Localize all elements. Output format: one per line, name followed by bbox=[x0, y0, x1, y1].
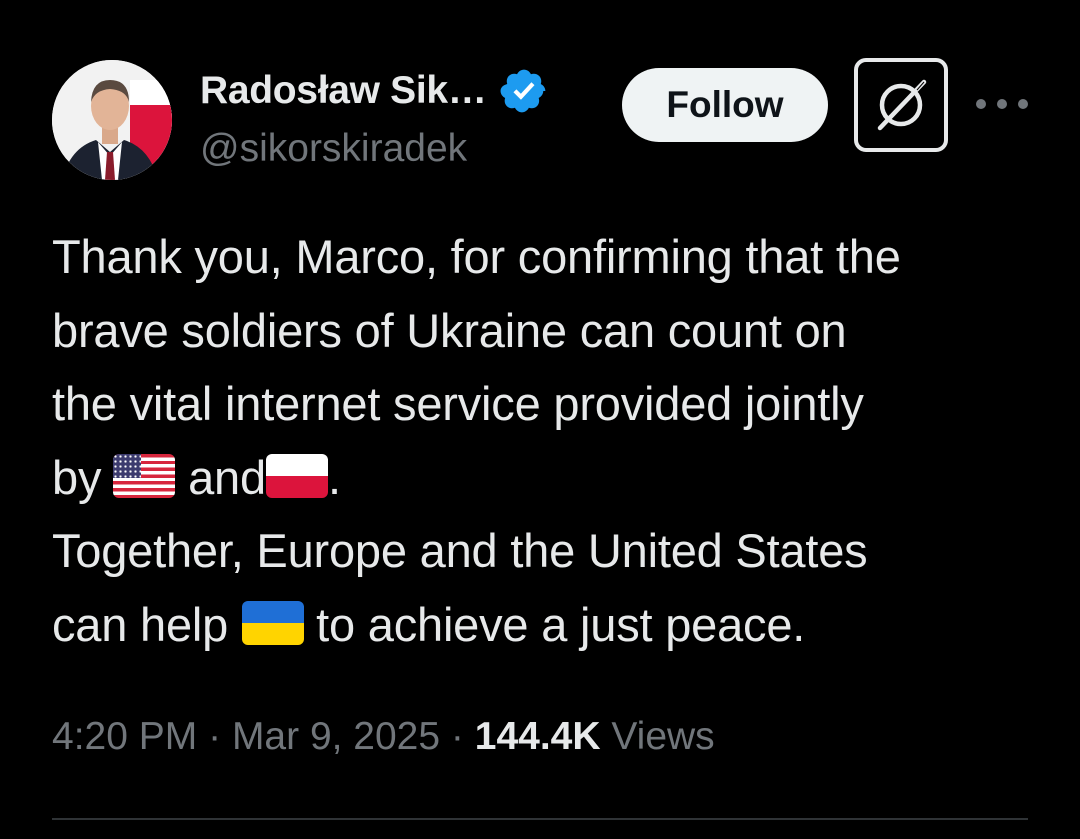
grok-button[interactable] bbox=[854, 58, 948, 152]
tweet-line: Thank you, Marco, for confirming that th… bbox=[52, 230, 901, 283]
tweet-text-segment: and bbox=[188, 450, 266, 504]
display-name-row: Radosław Sik… bbox=[200, 66, 549, 116]
tweet-date[interactable]: Mar 9, 2025 bbox=[232, 715, 440, 758]
avatar-image bbox=[52, 60, 172, 180]
tweet-line: the vital internet service provided join… bbox=[52, 377, 864, 430]
tweet-line: brave soldiers of Ukraine can count on bbox=[52, 303, 847, 357]
verified-badge-icon[interactable] bbox=[499, 66, 549, 116]
views-label: Views bbox=[611, 715, 715, 758]
flag-us-emoji bbox=[113, 453, 176, 498]
views-count[interactable]: 144.4K bbox=[475, 715, 601, 758]
grok-icon bbox=[877, 79, 927, 131]
more-dot bbox=[997, 99, 1007, 109]
handle[interactable]: @sikorskiradek bbox=[200, 127, 467, 171]
tweet-meta: 4:20 PM · Mar 9, 2025 · 144.4K Views bbox=[52, 715, 715, 759]
tweet-text-segment: . bbox=[327, 450, 341, 504]
more-dot bbox=[976, 99, 986, 109]
follow-button[interactable]: Follow bbox=[622, 68, 828, 142]
tweet: Radosław Sik… @sikorskiradek Follow Than… bbox=[0, 0, 1080, 839]
flag-pl-emoji bbox=[265, 453, 328, 498]
divider bbox=[52, 818, 1028, 820]
tweet-line: can help to achieve a just peace. bbox=[52, 588, 1042, 662]
tweet-text: Thank you, Marco, for confirming that th… bbox=[52, 220, 1042, 661]
tweet-line: by and. bbox=[52, 441, 1042, 515]
more-dot bbox=[1018, 99, 1028, 109]
tweet-text-segment: can help bbox=[52, 597, 229, 651]
display-name[interactable]: Radosław Sik… bbox=[200, 69, 487, 113]
meta-separator: · bbox=[450, 715, 464, 758]
tweet-line: Together, Europe and the United States bbox=[52, 524, 868, 577]
avatar[interactable] bbox=[52, 60, 172, 180]
tweet-time[interactable]: 4:20 PM bbox=[52, 715, 197, 758]
flag-ua-emoji bbox=[242, 600, 305, 645]
tweet-text-segment: to achieve a just peace. bbox=[316, 597, 806, 651]
meta-separator: · bbox=[208, 715, 222, 758]
tweet-text-segment: by bbox=[52, 450, 102, 504]
more-options-icon[interactable] bbox=[976, 84, 1028, 124]
